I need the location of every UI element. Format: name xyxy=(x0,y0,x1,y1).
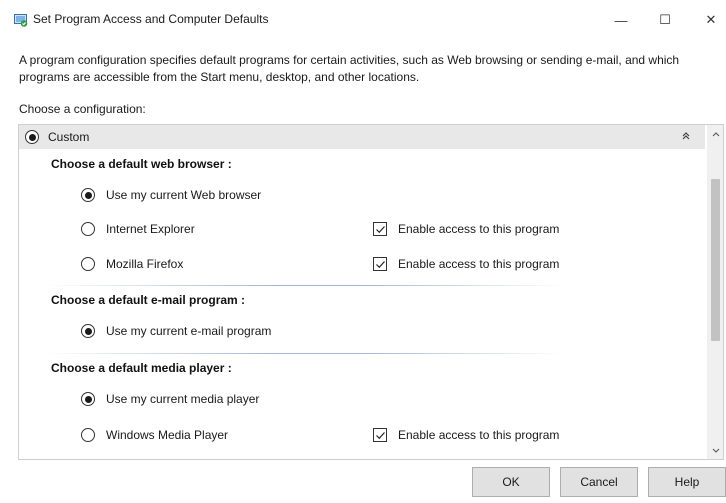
checkmark-icon xyxy=(375,225,385,233)
option-internet-explorer[interactable]: Internet Explorer xyxy=(81,219,195,239)
scrollbar-thumb[interactable] xyxy=(711,179,720,341)
option-windows-media-player[interactable]: Windows Media Player xyxy=(81,425,228,445)
current-email-label: Use my current e-mail program xyxy=(106,324,272,338)
mozilla-firefox-radio[interactable] xyxy=(81,257,95,271)
option-current-media-player[interactable]: Use my current media player xyxy=(81,389,259,409)
enable-windows-media-player[interactable]: Enable access to this program xyxy=(373,425,559,445)
current-media-player-label: Use my current media player xyxy=(106,392,260,406)
collapse-up-icon[interactable] xyxy=(679,129,693,143)
cancel-button[interactable]: Cancel xyxy=(560,467,638,497)
mozilla-firefox-label: Mozilla Firefox xyxy=(106,257,184,271)
configuration-header[interactable]: Custom xyxy=(19,125,705,149)
email-section-title: Choose a default e-mail program : xyxy=(51,293,246,307)
scroll-up-icon[interactable] xyxy=(707,125,723,142)
option-current-browser[interactable]: Use my current Web browser xyxy=(81,185,261,205)
section-divider xyxy=(45,353,565,354)
enable-firefox-checkbox[interactable] xyxy=(373,257,387,271)
current-media-player-radio[interactable] xyxy=(81,392,95,406)
custom-label: Custom xyxy=(48,130,90,144)
description-text: A program configuration specifies defaul… xyxy=(19,53,680,84)
enable-ie-label: Enable access to this program xyxy=(398,222,560,236)
enable-wmp-checkbox[interactable] xyxy=(373,428,387,442)
option-mozilla-firefox[interactable]: Mozilla Firefox xyxy=(81,254,183,274)
config-custom-row[interactable]: Custom xyxy=(25,127,89,147)
checkmark-icon xyxy=(375,260,385,268)
custom-radio[interactable] xyxy=(25,130,39,144)
windows-media-player-radio[interactable] xyxy=(81,428,95,442)
vertical-scrollbar[interactable] xyxy=(707,125,723,459)
minimize-button[interactable]: — xyxy=(598,0,644,40)
choose-configuration-label: Choose a configuration: xyxy=(19,102,146,116)
browser-section-title: Choose a default web browser : xyxy=(51,157,232,171)
enable-mozilla-firefox[interactable]: Enable access to this program xyxy=(373,254,559,274)
help-button[interactable]: Help xyxy=(648,467,726,497)
close-button[interactable]: ✕ xyxy=(688,0,726,40)
windows-media-player-label: Windows Media Player xyxy=(106,428,229,442)
internet-explorer-label: Internet Explorer xyxy=(106,222,195,236)
current-browser-radio[interactable] xyxy=(81,188,95,202)
media-section-title: Choose a default media player : xyxy=(51,361,232,375)
dialog-window: Set Program Access and Computer Defaults… xyxy=(0,0,726,503)
scroll-down-icon[interactable] xyxy=(707,442,723,459)
configuration-list: Custom Choose a default web browser : Us… xyxy=(18,124,724,460)
enable-internet-explorer[interactable]: Enable access to this program xyxy=(373,219,559,239)
title-bar: Set Program Access and Computer Defaults… xyxy=(0,0,726,40)
enable-firefox-label: Enable access to this program xyxy=(398,257,560,271)
option-current-email[interactable]: Use my current e-mail program xyxy=(81,321,271,341)
internet-explorer-radio[interactable] xyxy=(81,222,95,236)
program-defaults-icon xyxy=(14,14,28,27)
enable-wmp-label: Enable access to this program xyxy=(398,428,560,442)
checkmark-icon xyxy=(375,431,385,439)
maximize-button[interactable]: ☐ xyxy=(642,0,688,40)
current-email-radio[interactable] xyxy=(81,324,95,338)
enable-ie-checkbox[interactable] xyxy=(373,222,387,236)
window-title: Set Program Access and Computer Defaults xyxy=(33,12,269,26)
current-browser-label: Use my current Web browser xyxy=(106,188,262,202)
ok-button[interactable]: OK xyxy=(472,467,550,497)
section-divider xyxy=(45,285,565,286)
